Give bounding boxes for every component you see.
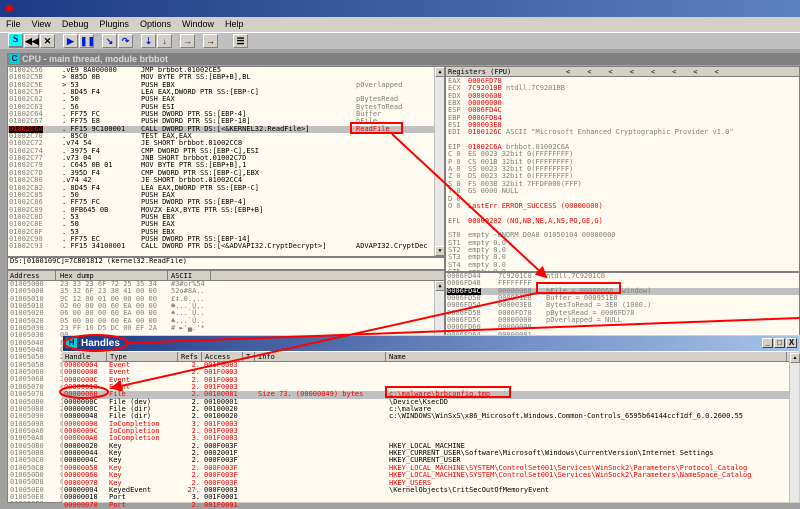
handles-title-bar[interactable]: H Handles _ □ X bbox=[63, 336, 799, 351]
scroll-down-arrow-icon[interactable]: ▼ bbox=[435, 246, 444, 256]
stack-comment: pOverlapped = NULL bbox=[546, 316, 622, 325]
restart-button[interactable]: ◀◀ bbox=[24, 34, 39, 48]
disassembly-pane[interactable]: 01002C56 .vE9 8A000000 JMP brbbot.01002CE5… bbox=[7, 66, 445, 257]
step-into-button[interactable]: ↘ bbox=[102, 34, 117, 48]
run-button[interactable]: ▶ bbox=[63, 34, 78, 48]
list-windows-button[interactable]: ☰ bbox=[233, 34, 248, 48]
handle-row[interactable]: 00000004 KeyedEvent 27. 000F0003 \KernelObje… bbox=[63, 485, 799, 494]
register-value[interactable]: 0100126C bbox=[468, 129, 502, 137]
comment: ADVAPI32.CryptDec bbox=[356, 242, 428, 251]
cpu-window-title-bar[interactable]: C CPU - main thread, module brbbot bbox=[7, 53, 800, 65]
flag-value: GS 0000 NULL bbox=[468, 187, 519, 196]
handle-row[interactable]: 0000009C IoCompletion 2. 001F0003 bbox=[63, 427, 799, 435]
step-over-button[interactable]: ↷ bbox=[118, 34, 133, 48]
flag-name: EFL bbox=[448, 216, 461, 225]
disassembly-scrollbar[interactable]: ▲ ▼ bbox=[434, 67, 444, 256]
scroll-up-arrow-icon[interactable]: ▲ bbox=[790, 353, 800, 363]
registers-title: Registers (FPU) bbox=[448, 68, 512, 76]
comment: ReadFile bbox=[356, 124, 390, 133]
stack-comment: ntdll.7C9201C0 bbox=[546, 272, 606, 280]
cpu-window-icon: C bbox=[9, 54, 20, 64]
go-to-button[interactable]: → bbox=[203, 34, 218, 48]
registers-arrows[interactable]: <<<<<<<< bbox=[566, 67, 736, 77]
disasm-row[interactable]: 01002C93 . FF15 34100001 CALL DWORD PTR DS… bbox=[8, 242, 444, 251]
dump-hex: 23 FF 10 D5 DC 00 EF 2A bbox=[60, 324, 157, 333]
flag-name: O 0 bbox=[448, 201, 461, 210]
close-button[interactable]: X bbox=[786, 338, 797, 348]
menu-file[interactable]: File bbox=[0, 17, 26, 32]
handle-row[interactable]: 0000000C File (dev) 2. 00100001 \Device\Ksec… bbox=[63, 398, 799, 406]
flag-row[interactable]: O 0 LastErr ERROR_SUCCESS (00000000) bbox=[448, 201, 799, 210]
scroll-up-arrow-icon[interactable]: ▲ bbox=[435, 281, 444, 291]
handles-column-name[interactable]: Name bbox=[387, 352, 787, 362]
register-comment: ASCII "Microsoft Enhanced Cryptographic … bbox=[506, 128, 734, 137]
comment: pOverlapped bbox=[356, 80, 403, 89]
register-row[interactable]: EDI 0100126C ASCII "Microsoft Enhanced Cry… bbox=[448, 128, 799, 137]
flag-row[interactable]: T 0 GS 0000 NULL bbox=[448, 187, 799, 196]
handle-name: \KernelObjects\CritSecOutOfMemoryEvent bbox=[389, 485, 550, 494]
trace-into-button[interactable]: ⇣ bbox=[141, 34, 156, 48]
maximize-button[interactable]: □ bbox=[774, 338, 785, 348]
flag-value: LastErr ERROR_SUCCESS (00000000) bbox=[468, 201, 603, 210]
menu-window[interactable]: Window bbox=[176, 17, 219, 32]
handles-column-t[interactable]: T bbox=[244, 352, 255, 362]
menu-help[interactable]: Help bbox=[219, 17, 249, 32]
handle-row[interactable]: 00000048 File (dir) 2. 00100020 c:\WINDOWS\W… bbox=[63, 412, 799, 421]
opcode-bytes: . FF15 34100001 bbox=[62, 242, 126, 251]
menu-options[interactable]: Options bbox=[134, 17, 176, 32]
handle-row[interactable]: 00000018 Port 3. 001F0001 bbox=[63, 493, 799, 501]
stack-pane[interactable]: 0006FD44 7C9201C0 ntdll.7C9201C0 0006FD48 FF… bbox=[445, 272, 800, 342]
handles-window-icon: H bbox=[66, 338, 77, 348]
register-name: EDI bbox=[448, 128, 461, 137]
menu-plugins[interactable]: Plugins bbox=[93, 17, 134, 32]
app-title-bar: ✸ bbox=[0, 0, 800, 17]
cpu-window-title: CPU - main thread, module brbbot bbox=[22, 54, 169, 64]
handle-row[interactable]: 00000008 Event 2. 001F0003 bbox=[63, 368, 799, 376]
address: 01002C93 bbox=[9, 242, 43, 251]
handle-info: Size 73. (00000049) bytes bbox=[258, 390, 364, 399]
info-line: DS:[0100109C]=7C801812 (kernel32.ReadFil… bbox=[7, 257, 445, 270]
ollydbg-bug-icon: ✸ bbox=[4, 1, 15, 16]
registers-pane[interactable]: Registers (FPU) <<<<<<<< EAX 0006FD78 ECX 7C9… bbox=[445, 66, 800, 272]
trace-over-button[interactable]: ↓ bbox=[157, 34, 172, 48]
handles-table-header: Handle Type Refs Access T Info Name bbox=[63, 352, 799, 362]
handle-row[interactable]: 00000004 Event 2. 001F0003 bbox=[63, 361, 799, 369]
handles-window: H Handles _ □ X Handle Type Refs Access T Info Na… bbox=[62, 335, 800, 508]
handle-row[interactable]: 00000098 IoCompletion 3. 001F0003 bbox=[63, 420, 799, 428]
dump-row[interactable]: 01005030 23 FF 10 D5 DC 00 EF 2A # ►'▄.'* bbox=[8, 324, 444, 333]
dump-ascii: # ►'▄.'* bbox=[171, 324, 205, 333]
handles-scrollbar[interactable]: ▲ bbox=[789, 353, 800, 502]
minimize-button[interactable]: _ bbox=[762, 338, 773, 348]
close-button[interactable]: ✕ bbox=[40, 34, 55, 48]
registers-header[interactable]: Registers (FPU) <<<<<<<< bbox=[446, 67, 799, 77]
handle-row[interactable]: 0000000C Event 2. 001F0003 bbox=[63, 376, 799, 384]
handles-column-info[interactable]: Info bbox=[256, 352, 386, 362]
register-comment: ntdll.7C9201BB bbox=[506, 84, 566, 93]
handles-title: Handles bbox=[81, 338, 120, 349]
scroll-up-arrow-icon[interactable]: ▲ bbox=[435, 67, 444, 77]
execute-till-return-button[interactable]: → bbox=[180, 34, 195, 48]
menu-debug[interactable]: Debug bbox=[56, 17, 94, 32]
handle-row[interactable]: 00000060 Key 2. 000F003F HKEY_LOCAL_MACHINE\… bbox=[63, 471, 799, 480]
toolbar: 📂◀◀✕▶❚❚↘↷⇣↓→→LEMTWHC/KBR...S☰ bbox=[0, 32, 800, 49]
menu-bar: File View Debug Plugins Options Window Help bbox=[0, 17, 800, 32]
menu-view[interactable]: View bbox=[26, 17, 56, 32]
window-button-12[interactable]: S bbox=[8, 33, 23, 47]
handle-name: HKEY_LOCAL_MACHINE\SYSTEM\ControlSet001\… bbox=[389, 471, 752, 480]
instruction: CALL DWORD PTR DS:[<&ADVAPI32.CryptDecry… bbox=[141, 242, 327, 251]
pause-button[interactable]: ❚❚ bbox=[79, 34, 95, 48]
flag-row[interactable]: EFL 00000202 (NO,NB,NE,A,NS,PO,GE,G) bbox=[448, 216, 799, 225]
flag-value: 00000202 (NO,NB,NE,A,NS,PO,GE,G) bbox=[468, 216, 603, 225]
handle-name: c:\WINDOWS\WinSxS\x86_Microsoft.Windows.… bbox=[389, 412, 744, 421]
